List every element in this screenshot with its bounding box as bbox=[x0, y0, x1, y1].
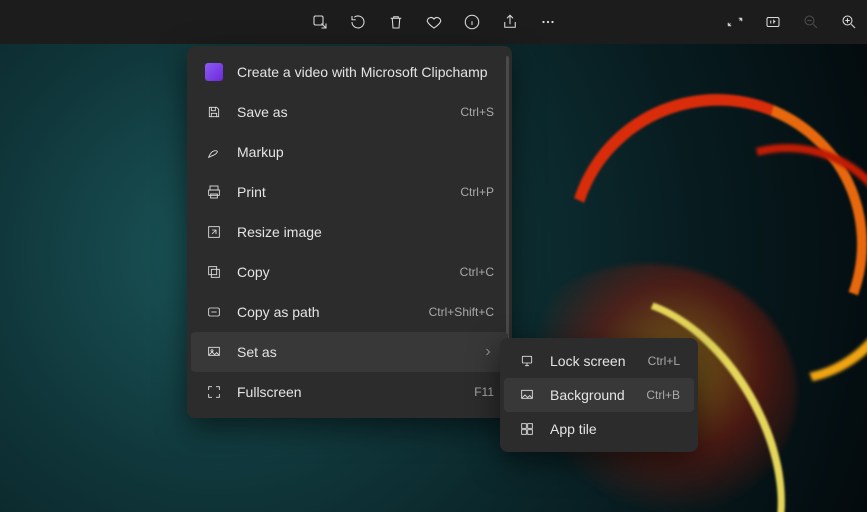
menu-item-fullscreen[interactable]: Fullscreen F11 bbox=[191, 372, 508, 412]
favorite-icon[interactable] bbox=[424, 12, 444, 32]
rotate-icon[interactable] bbox=[348, 12, 368, 32]
copy-path-icon bbox=[205, 303, 223, 321]
resize-icon bbox=[205, 223, 223, 241]
fullscreen-toggle-icon[interactable] bbox=[725, 12, 745, 32]
menu-item-label: Fullscreen bbox=[237, 384, 460, 400]
print-icon bbox=[205, 183, 223, 201]
save-icon bbox=[205, 103, 223, 121]
context-menu: Create a video with Microsoft Clipchamp … bbox=[187, 46, 512, 418]
submenu-item-background[interactable]: Background Ctrl+B bbox=[504, 378, 694, 412]
menu-item-resize[interactable]: Resize image bbox=[191, 212, 508, 252]
submenu-item-lock-screen[interactable]: Lock screen Ctrl+L bbox=[504, 344, 694, 378]
menu-item-label: Copy as path bbox=[237, 304, 415, 320]
chevron-right-icon bbox=[482, 346, 494, 358]
lock-screen-icon bbox=[518, 352, 536, 370]
submenu-item-accel: Ctrl+L bbox=[648, 354, 680, 368]
app-toolbar bbox=[0, 0, 867, 44]
menu-item-markup[interactable]: Markup bbox=[191, 132, 508, 172]
background-icon bbox=[518, 386, 536, 404]
set-as-submenu: Lock screen Ctrl+L Background Ctrl+B App… bbox=[500, 338, 698, 452]
info-icon[interactable] bbox=[462, 12, 482, 32]
menu-item-label: Markup bbox=[237, 144, 494, 160]
menu-item-label: Save as bbox=[237, 104, 446, 120]
edit-icon[interactable] bbox=[310, 12, 330, 32]
copy-icon bbox=[205, 263, 223, 281]
submenu-item-label: App tile bbox=[550, 421, 680, 437]
submenu-item-label: Lock screen bbox=[550, 353, 634, 369]
menu-item-copy-path[interactable]: Copy as path Ctrl+Shift+C bbox=[191, 292, 508, 332]
menu-item-label: Copy bbox=[237, 264, 446, 280]
more-icon[interactable] bbox=[538, 12, 558, 32]
menu-item-accel: Ctrl+P bbox=[460, 185, 494, 199]
submenu-item-label: Background bbox=[550, 387, 632, 403]
menu-item-save-as[interactable]: Save as Ctrl+S bbox=[191, 92, 508, 132]
menu-item-set-as[interactable]: Set as bbox=[191, 332, 508, 372]
actual-size-icon[interactable] bbox=[763, 12, 783, 32]
menu-item-accel: Ctrl+C bbox=[460, 265, 494, 279]
share-icon[interactable] bbox=[500, 12, 520, 32]
menu-item-accel: F11 bbox=[474, 385, 494, 399]
menu-item-clipchamp[interactable]: Create a video with Microsoft Clipchamp bbox=[191, 52, 508, 92]
menu-item-copy[interactable]: Copy Ctrl+C bbox=[191, 252, 508, 292]
fullscreen-icon bbox=[205, 383, 223, 401]
submenu-item-app-tile[interactable]: App tile bbox=[504, 412, 694, 446]
delete-icon[interactable] bbox=[386, 12, 406, 32]
markup-icon bbox=[205, 143, 223, 161]
menu-item-print[interactable]: Print Ctrl+P bbox=[191, 172, 508, 212]
menu-item-accel: Ctrl+S bbox=[460, 105, 494, 119]
zoom-out-icon[interactable] bbox=[801, 12, 821, 32]
menu-item-label: Set as bbox=[237, 344, 468, 360]
set-as-icon bbox=[205, 343, 223, 361]
menu-item-label: Resize image bbox=[237, 224, 494, 240]
menu-item-label: Print bbox=[237, 184, 446, 200]
submenu-item-accel: Ctrl+B bbox=[646, 388, 680, 402]
menu-item-label: Create a video with Microsoft Clipchamp bbox=[237, 64, 494, 80]
zoom-in-icon[interactable] bbox=[839, 12, 859, 32]
clipchamp-icon bbox=[205, 63, 223, 81]
app-tile-icon bbox=[518, 420, 536, 438]
menu-item-accel: Ctrl+Shift+C bbox=[429, 305, 494, 319]
